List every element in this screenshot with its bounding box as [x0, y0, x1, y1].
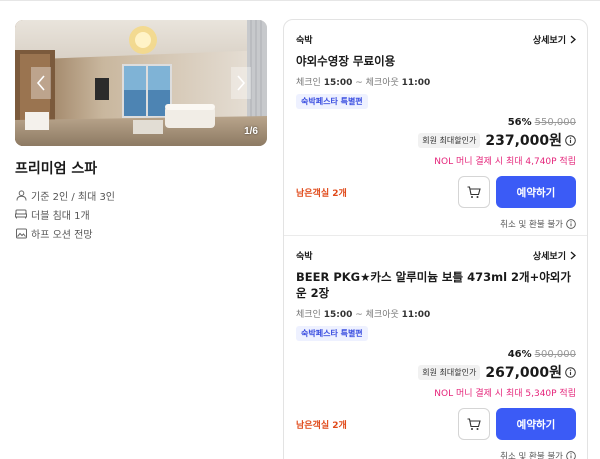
photo-prev-button[interactable] — [31, 67, 51, 99]
price-block: 46% 500,000 회원 최대할인가 267,000원 NOL 머니 결제 시… — [296, 349, 576, 399]
final-price: 237,000원 — [485, 133, 562, 149]
info-icon[interactable] — [565, 366, 576, 378]
chevron-right-icon — [570, 251, 576, 259]
reserve-button[interactable]: 예약하기 — [496, 176, 576, 208]
action-row: 남은객실 2개 예약하기 — [296, 408, 576, 440]
checkin-time: 15:00 — [323, 78, 353, 88]
stay-type-label: 숙박 — [296, 35, 313, 46]
room-summary: 1/6 프리미엄 스파 기준 2인 / 최대 3인 더블 침대 1개 하프 오션… — [15, 20, 267, 243]
info-icon — [566, 219, 576, 229]
checkout-label: ~ 체크아웃 — [355, 78, 399, 88]
price-block: 56% 550,000 회원 최대할인가 237,000원 NOL 머니 결제 시… — [296, 117, 576, 167]
checkin-checkout: 체크인 15:00 ~ 체크아웃 11:00 — [296, 75, 576, 88]
room-photo-carousel[interactable]: 1/6 — [15, 20, 267, 146]
checkin-checkout: 체크인 15:00 ~ 체크아웃 11:00 — [296, 307, 576, 320]
member-price-badge: 회원 최대할인가 — [418, 132, 481, 148]
info-icon — [566, 451, 576, 459]
person-icon — [15, 189, 27, 201]
photo-counter: 1/6 — [244, 126, 258, 137]
room-view-text: 하프 오션 전망 — [31, 229, 93, 241]
detail-link-label: 상세보기 — [532, 251, 566, 262]
detail-link-label: 상세보기 — [532, 35, 566, 46]
cart-icon — [467, 417, 481, 430]
checkout-label: ~ 체크아웃 — [355, 310, 399, 320]
image-icon — [15, 227, 27, 239]
final-price: 267,000원 — [485, 365, 562, 381]
room-view: 하프 오션 전망 — [15, 224, 267, 242]
room-info-list: 기준 2인 / 최대 3인 더블 침대 1개 하프 오션 전망 — [15, 186, 267, 242]
top-divider — [0, 0, 600, 1]
promo-tag: 숙박페스타 특별편 — [296, 326, 368, 341]
checkout-time: 11:00 — [401, 310, 431, 320]
info-icon[interactable] — [565, 134, 576, 146]
rate-option: 숙박 상세보기 BEER PKG★카스 알루미늄 보틀 473ml 2개+야외가… — [296, 248, 576, 459]
discount-rate: 56% — [507, 117, 532, 128]
reserve-button[interactable]: 예약하기 — [496, 408, 576, 440]
detail-link[interactable]: 상세보기 — [533, 33, 576, 46]
cart-icon — [467, 185, 481, 198]
rate-option-title: BEER PKG★카스 알루미늄 보틀 473ml 2개+야외가운 2장 — [296, 270, 571, 300]
member-price-badge: 회원 최대할인가 — [418, 364, 481, 380]
room-bed: 더블 침대 1개 — [15, 205, 267, 223]
promo-tag: 숙박페스타 특별편 — [296, 94, 368, 109]
nol-money-points: NOL 머니 결제 시 최대 5,340P 적립 — [434, 389, 576, 399]
add-to-cart-button[interactable] — [458, 408, 490, 440]
cancellation-text: 취소 및 환불 불가 — [500, 452, 563, 459]
chevron-left-icon — [36, 75, 45, 91]
nol-money-points: NOL 머니 결제 시 최대 4,740P 적립 — [434, 157, 576, 167]
original-price: 550,000 — [534, 117, 576, 128]
option-divider — [284, 235, 587, 236]
discount-rate: 46% — [507, 349, 532, 360]
room-name: 프리미엄 스파 — [15, 161, 98, 177]
checkout-time: 11:00 — [401, 78, 431, 88]
chevron-right-icon — [570, 35, 576, 43]
room-capacity: 기준 2인 / 최대 3인 — [15, 186, 267, 204]
checkin-label: 체크인 — [296, 78, 321, 88]
checkin-label: 체크인 — [296, 310, 321, 320]
action-row: 남은객실 2개 예약하기 — [296, 176, 576, 208]
room-capacity-text: 기준 2인 / 최대 3인 — [31, 191, 116, 203]
detail-link[interactable]: 상세보기 — [533, 249, 576, 262]
rate-options-card: 숙박 상세보기 야외수영장 무료이용 체크인 15:00 ~ 체크아웃 11:0… — [283, 19, 588, 459]
bed-icon — [15, 208, 27, 220]
rate-option-title: 야외수영장 무료이용 — [296, 54, 396, 68]
chevron-right-icon — [237, 75, 246, 91]
rooms-left: 남은객실 2개 — [296, 188, 347, 199]
checkin-time: 15:00 — [323, 310, 353, 320]
room-bed-text: 더블 침대 1개 — [31, 210, 90, 222]
stay-type-label: 숙박 — [296, 251, 313, 262]
rooms-left: 남은객실 2개 — [296, 420, 347, 431]
room-photo — [15, 20, 267, 146]
photo-next-button[interactable] — [231, 67, 251, 99]
cancellation-text: 취소 및 환불 불가 — [500, 220, 563, 230]
cancellation-policy[interactable]: 취소 및 환불 불가 — [296, 218, 576, 230]
original-price: 500,000 — [534, 349, 576, 360]
rate-option: 숙박 상세보기 야외수영장 무료이용 체크인 15:00 ~ 체크아웃 11:0… — [296, 32, 576, 230]
cancellation-policy[interactable]: 취소 및 환불 불가 — [296, 450, 576, 459]
add-to-cart-button[interactable] — [458, 176, 490, 208]
